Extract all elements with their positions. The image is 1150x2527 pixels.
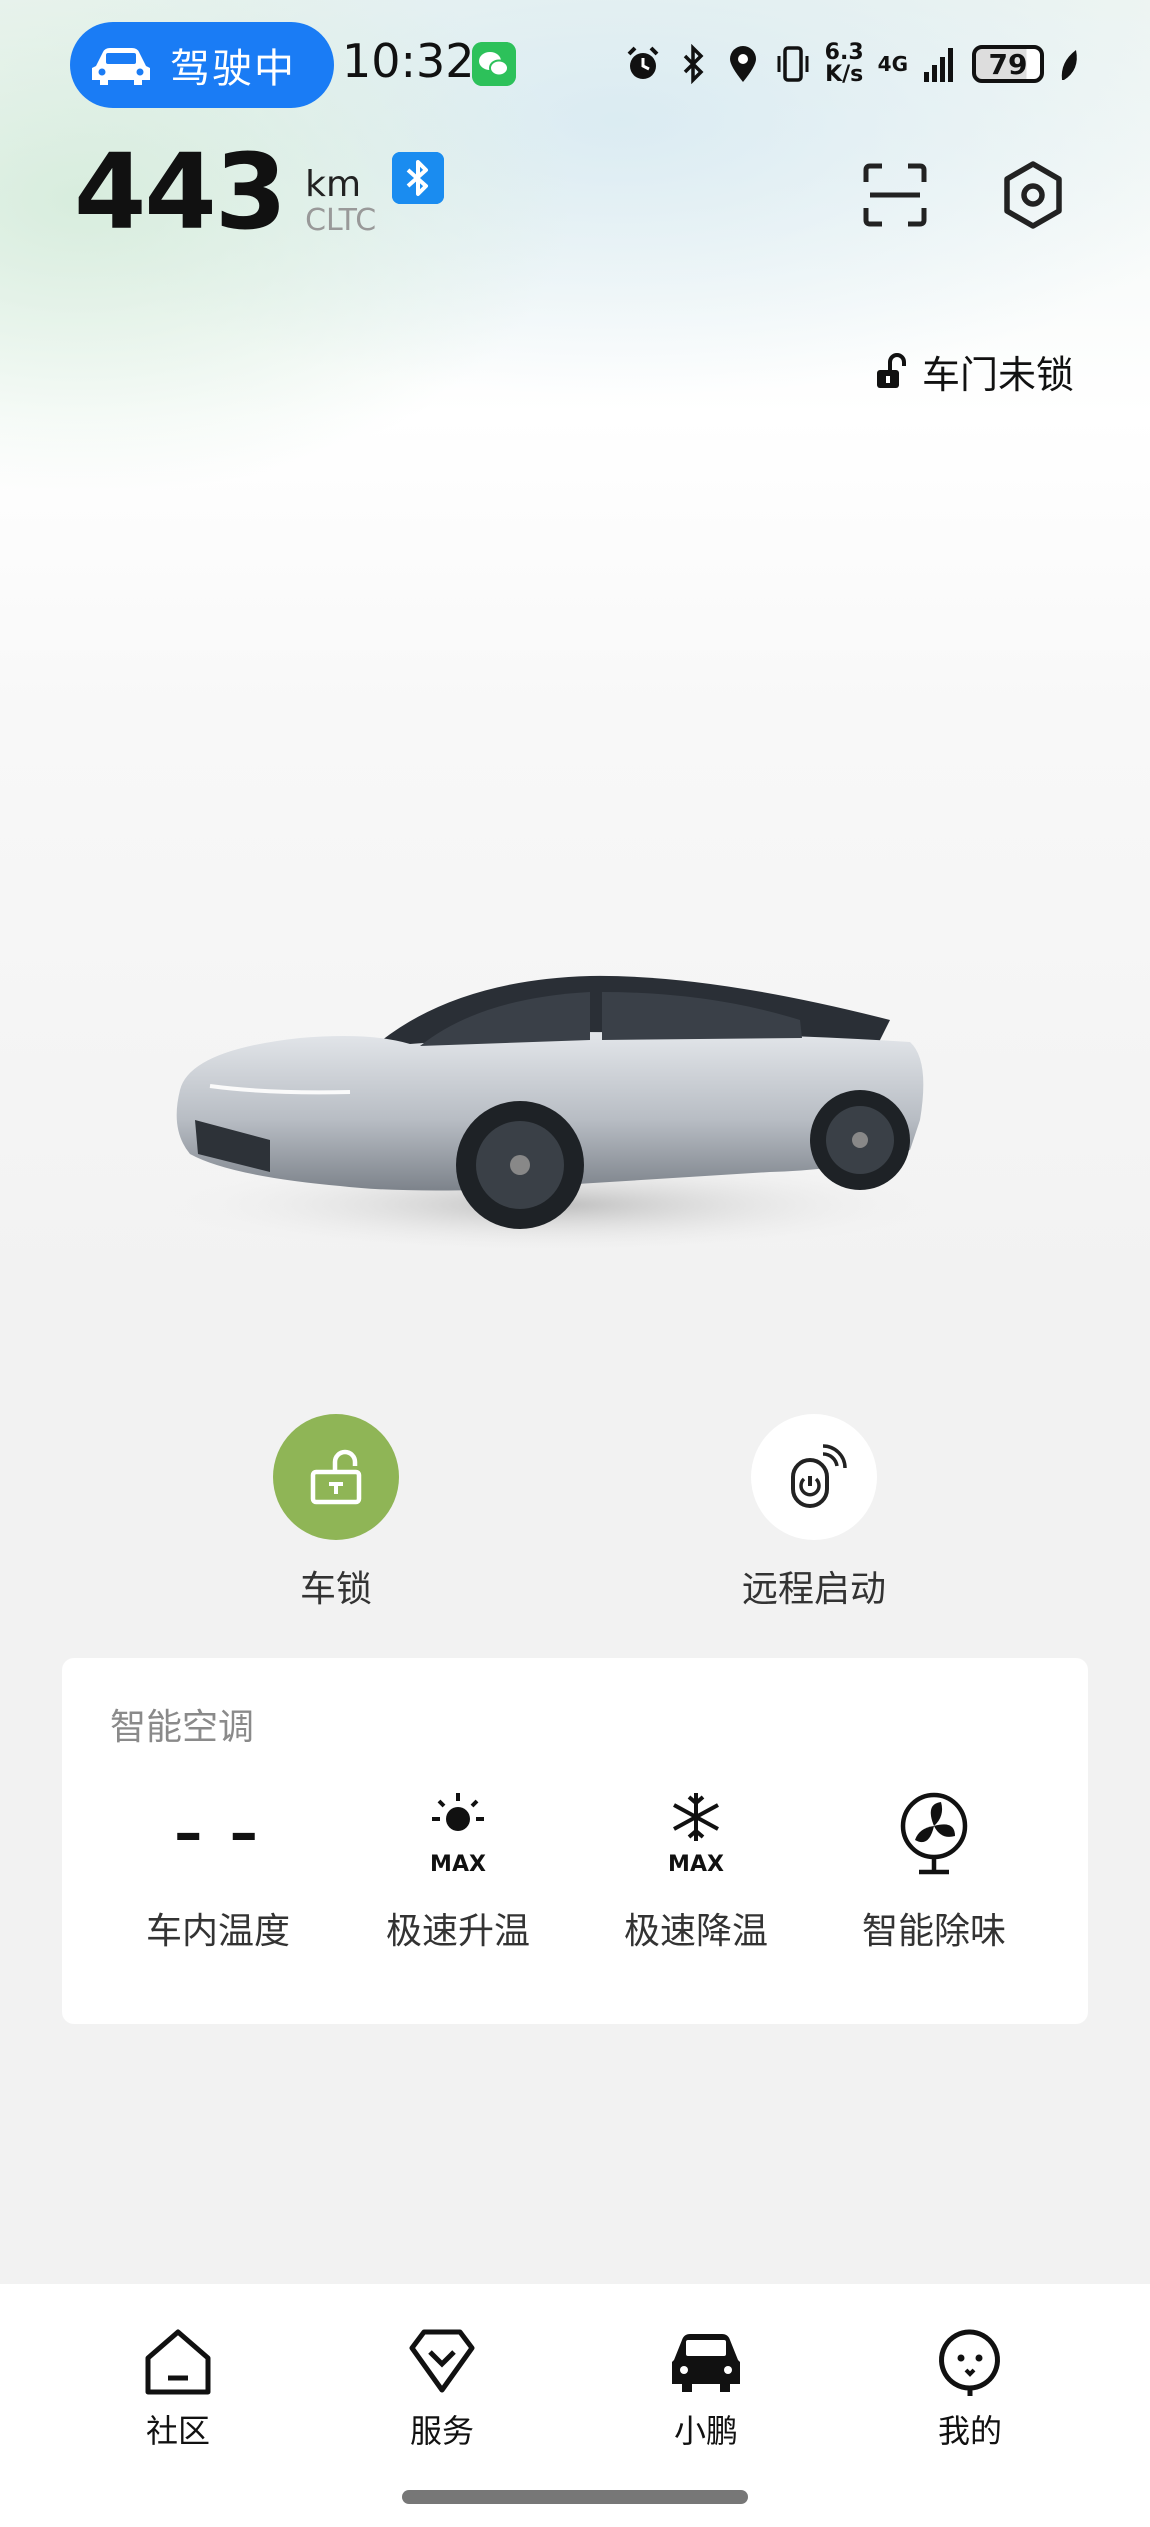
- diamond-icon: [409, 2329, 475, 2393]
- scan-icon[interactable]: [860, 160, 930, 230]
- tab-service-label: 服务: [409, 2412, 474, 2450]
- tab-community[interactable]: 社区: [78, 2326, 278, 2452]
- car-icon: [92, 48, 150, 85]
- range-standard: CLTC: [305, 203, 377, 238]
- remote-start-action[interactable]: 远程启动: [694, 1414, 934, 1612]
- rapid-heat-button[interactable]: MAX 极速升温: [338, 1788, 578, 1954]
- range-value: 443: [74, 131, 287, 253]
- range-unit: km: [305, 164, 362, 205]
- wechat-icon: [472, 42, 516, 86]
- settings-hexagon-icon[interactable]: [996, 158, 1070, 232]
- cabin-temperature[interactable]: – – 车内温度: [98, 1788, 338, 1954]
- smart-ac-title: 智能空调: [110, 1707, 255, 1748]
- remote-start-label: 远程启动: [741, 1569, 886, 1610]
- smart-ac-card: 智能空调 – – 车内温度 MAX 极速升温 MAX 极速降温 智能除味: [62, 1658, 1088, 2024]
- driving-status-pill[interactable]: 驾驶中: [70, 22, 334, 108]
- clock: 10:32: [342, 34, 475, 88]
- tab-community-label: 社区: [145, 2412, 210, 2450]
- door-lock-status: 车门未锁: [874, 344, 1074, 399]
- remote-start-icon: [791, 1444, 847, 1508]
- rapid-cool-label: 极速降温: [623, 1911, 768, 1952]
- tab-me-label: 我的: [937, 2412, 1002, 2450]
- leaf-icon: [1061, 50, 1077, 80]
- rapid-heat-badge: MAX: [430, 1852, 486, 1875]
- rapid-heat-label: 极速升温: [385, 1911, 530, 1952]
- car-lock-button[interactable]: [273, 1414, 399, 1540]
- tab-xpeng[interactable]: 小鹏: [606, 2326, 806, 2452]
- door-status-text: 车门未锁: [921, 353, 1074, 397]
- tab-xpeng-label: 小鹏: [673, 2412, 738, 2450]
- network-speed-unit: K/s: [825, 62, 864, 87]
- unlock-icon: [310, 1449, 362, 1505]
- status-bar: 驾驶中 10:32 6.3 K/s 4G 79: [0, 0, 1150, 130]
- tab-me[interactable]: 我的: [870, 2326, 1070, 2452]
- snowflake-max-icon: MAX: [668, 1793, 724, 1875]
- profile-face-icon: [939, 2329, 1000, 2396]
- driving-status-label: 驾驶中: [170, 46, 296, 92]
- car-tab-icon: [672, 2334, 740, 2392]
- fan-icon: [900, 1792, 968, 1875]
- sun-max-icon: MAX: [430, 1793, 486, 1875]
- smart-deodorize-label: 智能除味: [861, 1911, 1006, 1952]
- range-display: 443 km CLTC: [74, 131, 377, 253]
- network-speed: 6.3 K/s: [825, 42, 864, 86]
- remote-start-button[interactable]: [751, 1414, 877, 1540]
- home-icon: [145, 2329, 211, 2395]
- vibrate-icon: [777, 46, 809, 82]
- unlocked-icon: [876, 352, 906, 388]
- tab-service[interactable]: 服务: [342, 2326, 542, 2452]
- car-image: [160, 975, 930, 1255]
- car-lock-action[interactable]: 车锁: [216, 1414, 456, 1612]
- signal-icon: [924, 48, 953, 82]
- battery-indicator: 79: [972, 45, 1044, 83]
- network-type: 4G: [877, 52, 908, 76]
- smart-deodorize-button[interactable]: 智能除味: [814, 1788, 1054, 1954]
- location-icon: [729, 46, 756, 82]
- network-speed-value: 6.3: [824, 40, 864, 65]
- rapid-cool-button[interactable]: MAX 极速降温: [576, 1788, 816, 1954]
- alarm-icon: [627, 46, 659, 79]
- bluetooth-key-icon[interactable]: [392, 152, 444, 204]
- rapid-cool-badge: MAX: [668, 1852, 724, 1875]
- cabin-temperature-label: 车内温度: [145, 1911, 290, 1952]
- bluetooth-status-icon: [683, 44, 704, 84]
- temperature-value: – –: [174, 1800, 262, 1866]
- home-indicator[interactable]: [402, 2490, 748, 2504]
- car-lock-label: 车锁: [299, 1569, 372, 1610]
